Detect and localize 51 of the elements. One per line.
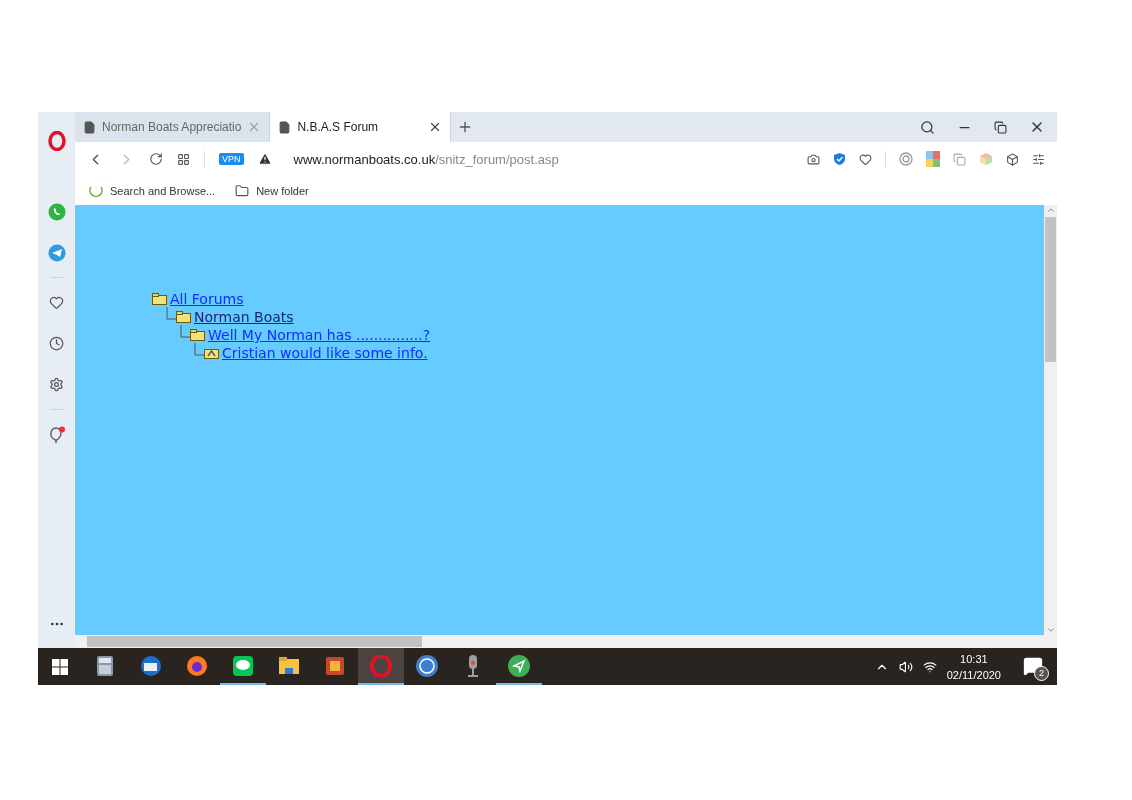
- tree-line: [166, 307, 176, 321]
- tree-line: [180, 325, 190, 339]
- settings-sliders-icon[interactable]: [1032, 152, 1045, 166]
- paper-plane-icon: [507, 653, 531, 678]
- horizontal-scrollbar[interactable]: [75, 635, 1057, 648]
- site-logo-icon: [89, 184, 103, 197]
- folder-arrow-icon: [204, 347, 219, 359]
- windows-start-icon[interactable]: [52, 658, 68, 675]
- restore-icon[interactable]: [994, 120, 1007, 134]
- breadcrumb-link[interactable]: Well My Norman has ...............?: [208, 327, 431, 343]
- opera-logo-icon[interactable]: [47, 130, 66, 151]
- time: 10:31: [960, 651, 988, 667]
- folder-icon: [278, 655, 300, 676]
- document-icon: [83, 120, 96, 134]
- cube-icon[interactable]: [1006, 152, 1019, 166]
- date: 02/11/2020: [946, 667, 1001, 683]
- grid-icon[interactable]: [177, 152, 190, 166]
- address-field[interactable]: www.normanboats.co.uk/snitz_forum/post.asp: [293, 151, 559, 167]
- search-icon[interactable]: [920, 119, 935, 135]
- clock[interactable]: 10:31 02/11/2020: [946, 650, 1001, 683]
- document-icon: [278, 120, 292, 134]
- folder-icon: [235, 183, 250, 198]
- shield-check-icon[interactable]: [833, 152, 846, 166]
- wifi-icon[interactable]: [922, 659, 937, 674]
- warning-icon: [257, 152, 272, 166]
- breadcrumb-link[interactable]: All Forums: [170, 291, 244, 307]
- volume-icon[interactable]: [898, 659, 913, 674]
- folder-icon: [190, 329, 205, 341]
- opera-icon: [370, 654, 392, 677]
- tree-line: [194, 343, 204, 357]
- folder-icon: [176, 311, 191, 323]
- microphone-icon: [465, 653, 481, 678]
- reload-icon[interactable]: [149, 152, 163, 166]
- browser-tab[interactable]: Norman Boats Appreciatio: [75, 112, 271, 142]
- cube-color-icon[interactable]: [979, 152, 993, 166]
- bookmark-item[interactable]: Search and Browse...: [89, 184, 216, 197]
- browser-tab[interactable]: N.B.A.S Forum: [270, 112, 452, 142]
- paper-plane-icon[interactable]: [47, 243, 66, 262]
- heart-icon[interactable]: [859, 152, 872, 166]
- breadcrumb-link[interactable]: Norman Boats: [194, 309, 294, 325]
- chat-bubble-icon: [232, 654, 254, 677]
- phone-chat-icon[interactable]: [47, 202, 66, 221]
- heart-icon[interactable]: [49, 295, 64, 310]
- bookmark-item[interactable]: New folder: [235, 183, 309, 198]
- folder-icon: [152, 293, 167, 305]
- camera-icon[interactable]: [807, 152, 820, 166]
- calculator-icon: [95, 654, 115, 677]
- lightbulb-icon[interactable]: [47, 425, 66, 444]
- settings-icon[interactable]: [49, 377, 64, 392]
- breadcrumb-link[interactable]: Cristian would like some info.: [222, 345, 428, 361]
- history-icon[interactable]: [49, 336, 64, 351]
